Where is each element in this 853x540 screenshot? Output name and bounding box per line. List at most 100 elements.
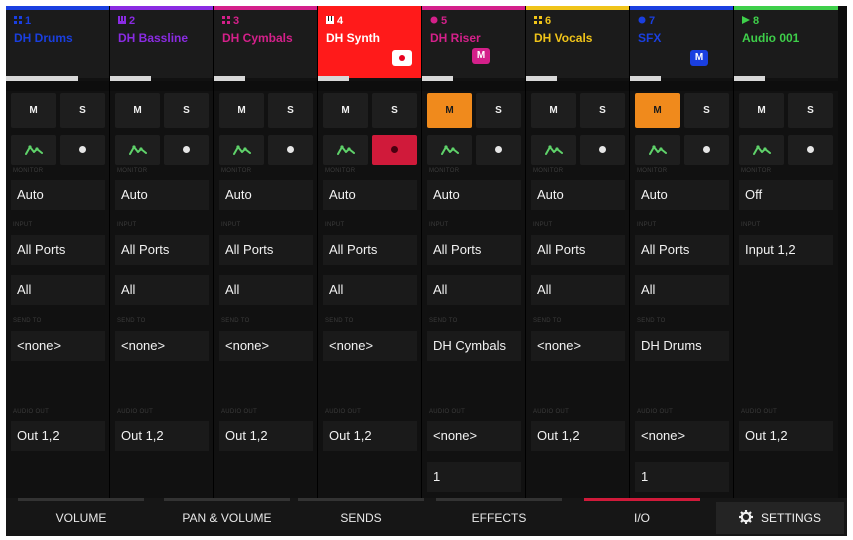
record-arm-button[interactable] (788, 135, 833, 165)
monitor-toggle[interactable] (11, 135, 56, 165)
mute-button[interactable]: M (219, 93, 264, 128)
send-to-field[interactable]: <none> (323, 331, 417, 361)
monitor-field[interactable]: Off (739, 180, 833, 210)
monitor-toggle[interactable] (219, 135, 264, 165)
send-to-field[interactable]: <none> (219, 331, 313, 361)
tab-effects[interactable]: EFFECTS (424, 498, 574, 536)
audio-out-field[interactable]: Out 1,2 (115, 421, 209, 451)
send-to-label: SEND TO (117, 318, 146, 324)
midi-channel-field[interactable]: All (11, 275, 105, 305)
audio-out-label: AUDIO OUT (117, 409, 154, 415)
audio-out-field[interactable]: Out 1,2 (531, 421, 625, 451)
audio-out-label: AUDIO OUT (221, 409, 258, 415)
input-field[interactable]: All Ports (531, 235, 625, 265)
monitor-field[interactable]: Auto (11, 180, 105, 210)
input-field[interactable]: All Ports (115, 235, 209, 265)
tab-pan-volume[interactable]: PAN & VOLUME (152, 498, 302, 536)
track-color-bar (214, 6, 317, 10)
monitor-toggle[interactable] (115, 135, 160, 165)
record-arm-button[interactable] (580, 135, 625, 165)
input-field[interactable]: All Ports (323, 235, 417, 265)
record-arm-button[interactable] (60, 135, 105, 165)
record-dot-icon (807, 146, 814, 153)
monitor-field[interactable]: Auto (427, 180, 521, 210)
audio-out-field[interactable]: Out 1,2 (11, 421, 105, 451)
monitor-field[interactable]: Auto (635, 180, 729, 210)
audio-out-field[interactable]: <none> (427, 421, 521, 451)
record-arm-button[interactable] (684, 135, 729, 165)
track-header[interactable]: 1 DH Drums (6, 6, 109, 78)
mute-button[interactable]: M (323, 93, 368, 128)
send-to-field[interactable]: DH Cymbals (427, 331, 521, 361)
track-header[interactable]: 3 DH Cymbals (214, 6, 317, 78)
send-to-field[interactable]: DH Drums (635, 331, 729, 361)
midi-channel-field[interactable]: All (531, 275, 625, 305)
midi-channel-field[interactable]: All (635, 275, 729, 305)
solo-button[interactable]: S (580, 93, 625, 128)
track-header[interactable]: 8 Audio 001 (734, 6, 838, 78)
tab-indicator (18, 498, 144, 501)
solo-button[interactable]: S (164, 93, 209, 128)
track-header[interactable]: 4 DH Synth (318, 6, 421, 78)
midi-channel-field[interactable]: All (323, 275, 417, 305)
monitor-toggle[interactable] (739, 135, 784, 165)
input-field[interactable]: All Ports (219, 235, 313, 265)
record-arm-button[interactable] (164, 135, 209, 165)
monitor-toggle[interactable] (427, 135, 472, 165)
track-header[interactable]: 5 DH Riser M (422, 6, 525, 78)
solo-button[interactable]: S (788, 93, 833, 128)
audio-out-field[interactable]: Out 1,2 (323, 421, 417, 451)
monitor-field[interactable]: Auto (219, 180, 313, 210)
solo-button[interactable]: S (684, 93, 729, 128)
output-channel-field[interactable]: 1 (427, 462, 521, 492)
monitor-field[interactable]: Auto (531, 180, 625, 210)
input-field[interactable]: All Ports (427, 235, 521, 265)
track-header[interactable]: 7 SFX M (630, 6, 733, 78)
mute-button[interactable]: M (635, 93, 680, 128)
monitor-field[interactable]: Auto (115, 180, 209, 210)
mute-button[interactable]: M (115, 93, 160, 128)
mute-button[interactable]: M (427, 93, 472, 128)
midi-channel-field[interactable]: All (219, 275, 313, 305)
mute-button[interactable]: M (739, 93, 784, 128)
record-arm-button[interactable] (476, 135, 521, 165)
plugin-icon (638, 15, 646, 27)
solo-button[interactable]: S (372, 93, 417, 128)
track-color-bar (422, 6, 525, 10)
monitor-toggle[interactable] (323, 135, 368, 165)
input-field[interactable]: Input 1,2 (739, 235, 833, 265)
solo-button[interactable]: S (268, 93, 313, 128)
track-number-label: 7 (649, 15, 656, 27)
solo-button[interactable]: S (60, 93, 105, 128)
send-to-field[interactable]: <none> (11, 331, 105, 361)
track-header[interactable]: 6 DH Vocals (526, 6, 629, 78)
track-strip-4: 4 DH Synth M S MONITOR Auto INPUT All Ports All S… (318, 6, 422, 498)
input-field[interactable]: All Ports (11, 235, 105, 265)
monitor-field[interactable]: Auto (323, 180, 417, 210)
input-field[interactable]: All Ports (635, 235, 729, 265)
monitor-toggle[interactable] (531, 135, 576, 165)
solo-button[interactable]: S (476, 93, 521, 128)
record-dot-icon (79, 146, 86, 153)
track-header[interactable]: 2 DH Bassline (110, 6, 213, 78)
tab-io[interactable]: I/O (572, 498, 712, 536)
mute-button[interactable]: M (531, 93, 576, 128)
output-channel-field[interactable]: 1 (635, 462, 729, 492)
send-to-field[interactable]: <none> (531, 331, 625, 361)
settings-button[interactable]: SETTINGS (716, 502, 844, 534)
keys-icon (118, 15, 126, 27)
record-arm-button[interactable] (372, 135, 417, 165)
midi-channel-field[interactable]: All (115, 275, 209, 305)
record-arm-button[interactable] (268, 135, 313, 165)
send-to-field[interactable]: <none> (115, 331, 209, 361)
mute-button[interactable]: M (11, 93, 56, 128)
audio-out-label: AUDIO OUT (429, 409, 466, 415)
tab-volume[interactable]: VOLUME (6, 498, 156, 536)
audio-out-field[interactable]: Out 1,2 (219, 421, 313, 451)
tab-sends[interactable]: SENDS (286, 498, 436, 536)
audio-out-label: AUDIO OUT (13, 409, 50, 415)
audio-out-field[interactable]: Out 1,2 (739, 421, 833, 451)
monitor-toggle[interactable] (635, 135, 680, 165)
midi-channel-field[interactable]: All (427, 275, 521, 305)
audio-out-field[interactable]: <none> (635, 421, 729, 451)
